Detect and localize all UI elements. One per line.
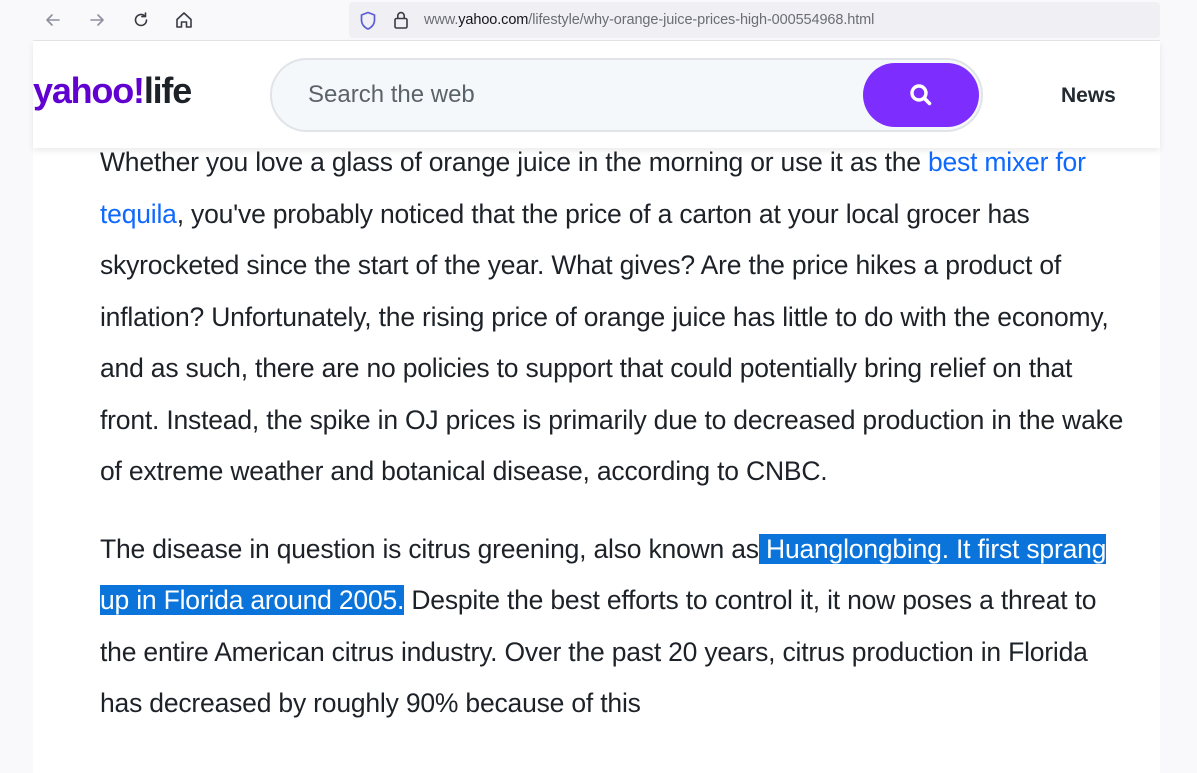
search-button[interactable] <box>863 63 979 127</box>
search-input[interactable] <box>308 60 848 130</box>
url-text[interactable]: www.yahoo.com/lifestyle/why-orange-juice… <box>424 12 874 28</box>
article-paragraph-1: Whether you love a glass of orange juice… <box>100 137 1135 498</box>
search-box <box>270 58 983 132</box>
url-path: /lifestyle/why-orange-juice-prices-high-… <box>528 12 875 28</box>
home-button[interactable] <box>170 6 198 34</box>
site-header: yahoo!life News <box>33 41 1160 148</box>
home-icon <box>176 12 192 28</box>
article-body: Whether you love a glass of orange juice… <box>100 137 1135 756</box>
search-icon <box>910 84 932 106</box>
nav-news-link[interactable]: News <box>1061 84 1116 108</box>
reload-button[interactable] <box>127 6 155 34</box>
article-paragraph-2: The disease in question is citrus greeni… <box>100 524 1135 730</box>
arrow-right-icon <box>90 14 104 26</box>
browser-toolbar: www.yahoo.com/lifestyle/why-orange-juice… <box>33 0 1160 41</box>
url-domain: yahoo.com <box>458 12 529 28</box>
url-prefix: www. <box>424 12 459 28</box>
yahoo-life-logo[interactable]: yahoo!life <box>33 70 192 111</box>
reload-icon <box>134 12 148 27</box>
logo-life: life <box>143 70 192 111</box>
logo-yahoo: yahoo <box>33 70 134 111</box>
lock-icon[interactable] <box>393 10 409 30</box>
left-gutter <box>0 0 33 773</box>
back-button[interactable] <box>39 6 67 34</box>
address-bar[interactable]: www.yahoo.com/lifestyle/why-orange-juice… <box>349 2 1160 38</box>
p1-text-after-link: , you've probably noticed that the price… <box>100 198 1124 487</box>
right-gutter <box>1160 0 1197 773</box>
logo-mark: ! <box>133 70 145 111</box>
p2-text-before-highlight: The disease in question is citrus greeni… <box>100 533 759 564</box>
p1-text-before-link: Whether you love a glass of orange juice… <box>100 147 928 177</box>
forward-button[interactable] <box>83 6 111 34</box>
arrow-left-icon <box>46 14 60 26</box>
shield-icon[interactable] <box>359 11 377 31</box>
browser-window: www.yahoo.com/lifestyle/why-orange-juice… <box>0 0 1197 773</box>
